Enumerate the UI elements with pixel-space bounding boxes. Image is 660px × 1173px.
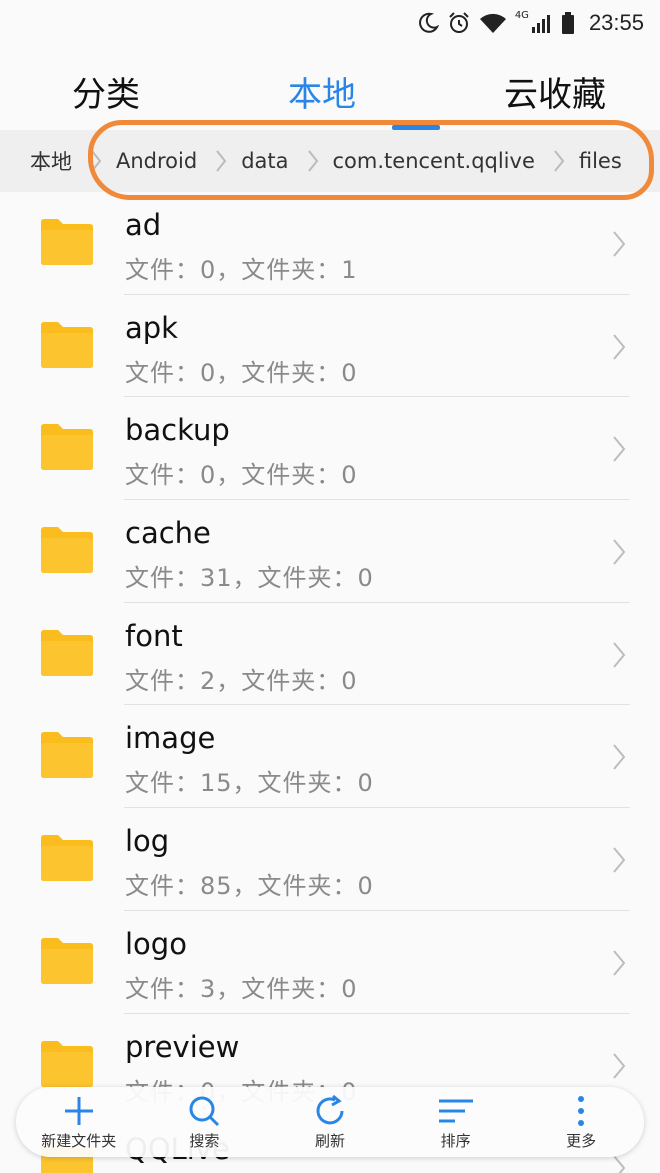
tab-local[interactable]: 本地 [288,67,356,116]
chevron-right-icon [613,334,626,360]
more-label: 更多 [566,1131,597,1150]
more-button[interactable]: 更多 [526,1094,636,1151]
folder-meta: 文件：15，文件夹：0 [125,769,374,798]
folder-icon [41,219,93,265]
breadcrumb-separator-icon [553,149,565,173]
folder-meta: 文件：31，文件夹：0 [125,564,374,593]
breadcrumb-local[interactable]: 本地 [30,146,72,176]
status-time: 23:55 [588,10,644,35]
folder-row-apk[interactable]: apk 文件：0，文件夹：0 [0,295,660,398]
search-label: 搜索 [189,1131,220,1150]
folder-name: cache [125,516,211,551]
network-type: 4G [514,10,529,21]
folder-icon [41,321,93,368]
signal-icon [531,15,550,33]
folder-icon [41,629,93,676]
folder-icon [41,424,93,471]
folder-meta: 文件：2，文件夹：0 [125,666,358,695]
moon-icon [418,12,439,33]
chevron-right-icon [613,744,626,771]
bottom-toolbar: 新建文件夹 搜索 刷新 排序 更多 [16,1087,644,1157]
folder-meta: 文件：0，文件夹：0 [125,461,358,490]
alarm-icon [449,12,469,33]
file-manager-screen: 4G 23:55 分类 本地 云收藏 本地 Android data com.t… [0,0,660,1173]
folder-row-log[interactable]: log 文件：85，文件夹：0 [0,808,660,911]
folder-icon [41,527,93,574]
refresh-label: 刷新 [314,1131,345,1150]
folder-row-cache[interactable]: cache 文件：31，文件夹：0 [0,500,660,603]
chevron-right-icon [613,847,626,873]
folder-row-font[interactable]: font 文件：2，文件夹：0 [0,603,660,706]
folder-name: font [125,618,183,653]
refresh-button[interactable]: 刷新 [275,1094,385,1151]
search-icon [189,1096,220,1126]
breadcrumb-separator-icon [307,149,319,173]
folder-icon [41,1040,93,1087]
status-bar: 4G 23:55 [0,0,660,46]
breadcrumb-files[interactable]: files [579,149,622,173]
folder-name: backup [125,413,230,448]
wifi-icon [479,13,506,33]
chevron-right-icon [613,1155,626,1173]
sort-icon [438,1099,473,1122]
more-icon [578,1095,585,1126]
folder-row-image[interactable]: image 文件：15，文件夹：0 [0,705,660,809]
battery-icon [561,12,574,34]
folder-meta: 文件：0，文件夹：1 [125,256,358,284]
folder-name: apk [125,310,178,345]
folder-meta: 文件：85，文件夹：0 [125,872,374,901]
folder-icon [41,835,93,882]
breadcrumb-data[interactable]: data [241,149,288,173]
chevron-right-icon [613,1052,626,1079]
tab-cloud-favorites[interactable]: 云收藏 [504,67,606,116]
chevron-right-icon [613,436,626,463]
breadcrumb: 本地 Android data com.tencent.qqlive files [0,130,660,192]
search-button[interactable]: 搜索 [149,1094,259,1151]
top-tabs: 分类 本地 云收藏 [0,56,660,126]
breadcrumb-android[interactable]: Android [116,149,197,173]
folder-icon [41,937,93,984]
chevron-right-icon [613,231,626,257]
chevron-right-icon [613,950,626,976]
folder-meta: 文件：3，文件夹：0 [125,974,358,1003]
folder-row-logo[interactable]: logo 文件：3，文件夹：0 [0,911,660,1014]
breadcrumb-separator-icon [215,149,227,173]
breadcrumb-separator-icon [90,149,102,173]
file-list: ad 文件：0，文件夹：1 apk 文件：0，文件夹：0 backup 文件：0… [0,192,660,1173]
refresh-icon [316,1094,344,1124]
folder-name: logo [125,926,187,961]
new-folder-label: 新建文件夹 [41,1131,117,1150]
sort-label: 排序 [440,1131,471,1150]
folder-name: ad [125,208,162,242]
folder-row-backup[interactable]: backup 文件：0，文件夹：0 [0,397,660,501]
new-folder-button[interactable]: 新建文件夹 [24,1094,134,1151]
folder-icon [41,732,93,779]
folder-name: log [125,824,170,859]
folder-row-ad[interactable]: ad 文件：0，文件夹：1 [0,192,660,295]
sort-button[interactable]: 排序 [401,1094,511,1151]
chevron-right-icon [613,642,626,668]
breadcrumb-com-tencent-qqlive[interactable]: com.tencent.qqlive [333,149,535,173]
folder-name: preview [125,1029,240,1064]
folder-meta: 文件：0，文件夹：0 [125,358,358,387]
folder-name: image [125,721,216,756]
tab-category[interactable]: 分类 [72,67,140,116]
plus-icon [64,1096,93,1125]
chevron-right-icon [613,539,626,565]
